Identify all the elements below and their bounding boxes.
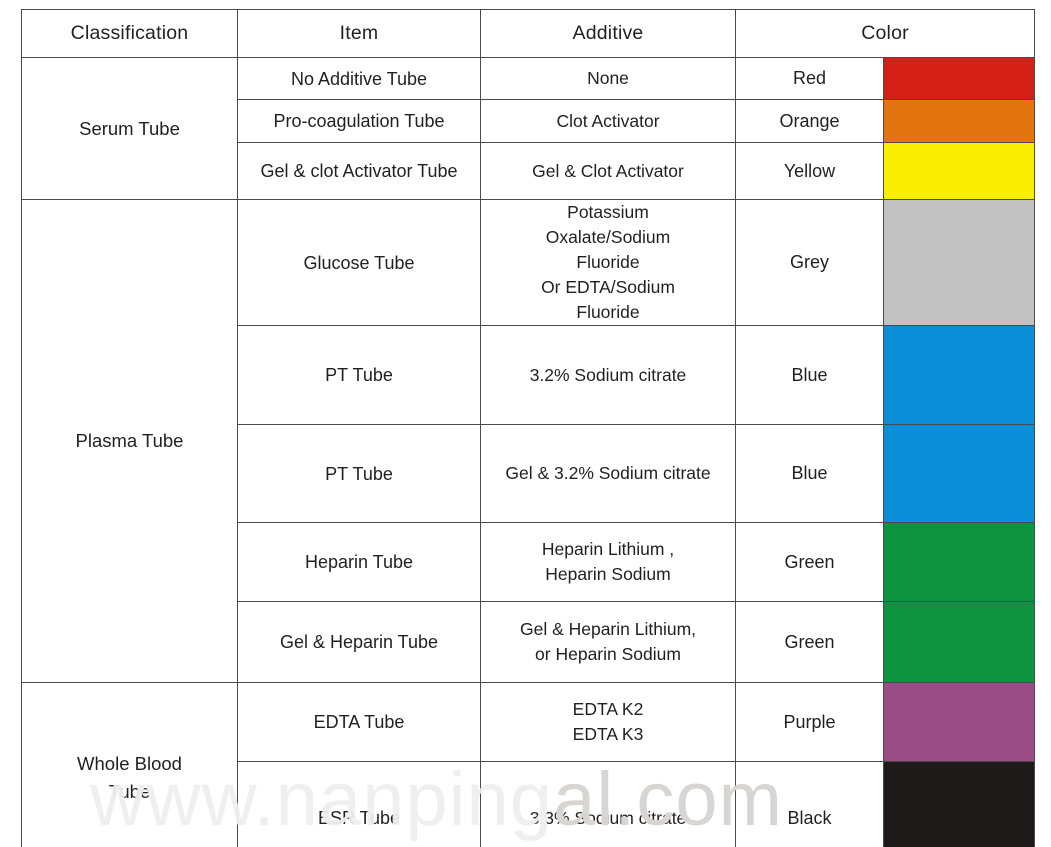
color-name-cell: Green [735,522,884,602]
item-cell: Gel & Heparin Tube [237,601,481,683]
color-swatch [884,200,1035,325]
color-swatch-cell [882,761,1036,847]
color-name-cell: Orange [735,99,884,143]
color-swatch-cell [882,424,1036,523]
column-header-color: Color [734,9,1036,58]
item-cell: Gel & clot Activator Tube [237,142,481,200]
item-cell: Glucose Tube [237,199,481,326]
item-cell: PT Tube [237,424,481,523]
additive-cell: Clot Activator [480,99,736,143]
color-swatch [884,143,1035,199]
color-name-cell: Green [735,601,884,683]
color-swatch-cell [882,682,1036,762]
table-row: Serum Tube No Additive Tube None Red [21,57,1036,200]
color-swatch-cell [882,601,1036,683]
color-swatch-cell [882,99,1036,143]
color-swatch-cell [882,199,1036,326]
color-swatch-cell [882,325,1036,425]
column-header-additive: Additive [480,9,736,58]
additive-cell: Gel & Heparin Lithium, or Heparin Sodium [480,601,736,683]
classification-cell-plasma-tube: Plasma Tube [21,199,238,683]
color-name-cell: Black [735,761,884,847]
color-swatch [884,100,1035,142]
item-cell: Pro-coagulation Tube [237,99,481,143]
table-row: Plasma Tube Glucose Tube Potassium Oxala… [21,199,1036,683]
column-header-item: Item [237,9,481,58]
item-cell: No Additive Tube [237,57,481,100]
color-swatch-cell [882,57,1036,100]
item-cell: Heparin Tube [237,522,481,602]
blood-collection-tube-table: Classification Item Additive Color Serum… [21,9,1036,847]
additive-cell: 3.3% Sodium citrate [480,761,736,847]
additive-cell: Gel & Clot Activator [480,142,736,200]
color-name-cell: Grey [735,199,884,326]
additive-cell: EDTA K2 EDTA K3 [480,682,736,762]
additive-cell: Potassium Oxalate/Sodium Fluoride Or EDT… [480,199,736,326]
color-swatch [884,425,1035,522]
color-name-cell: Yellow [735,142,884,200]
additive-cell: Gel & 3.2% Sodium citrate [480,424,736,523]
color-swatch [884,326,1035,424]
additive-cell: Heparin Lithium , Heparin Sodium [480,522,736,602]
color-swatch [884,602,1035,682]
classification-cell-whole-blood-tube: Whole Blood Tube [21,682,238,847]
color-swatch [884,762,1035,847]
header-row: Classification Item Additive Color [21,9,1036,58]
color-swatch [884,683,1035,761]
item-cell: PT Tube [237,325,481,425]
color-swatch-cell [882,522,1036,602]
color-name-cell: Blue [735,424,884,523]
color-swatch [884,523,1035,601]
item-cell: EDTA Tube [237,682,481,762]
color-name-cell: Blue [735,325,884,425]
classification-cell-serum-tube: Serum Tube [21,57,238,200]
column-header-classification: Classification [21,9,238,58]
page-root: www.nanpingal.com Classification Item Ad… [0,0,1051,847]
table-header: Classification Item Additive Color [21,9,1036,58]
color-swatch-cell [882,142,1036,200]
color-name-cell: Purple [735,682,884,762]
item-cell: ESR Tube [237,761,481,847]
table-body: Serum Tube No Additive Tube None Red Pro… [21,57,1036,847]
color-name-cell: Red [735,57,884,100]
additive-cell: None [480,57,736,100]
additive-cell: 3.2% Sodium citrate [480,325,736,425]
table-row: Whole Blood Tube EDTA Tube EDTA K2 EDTA … [21,682,1036,847]
color-swatch [884,58,1035,99]
